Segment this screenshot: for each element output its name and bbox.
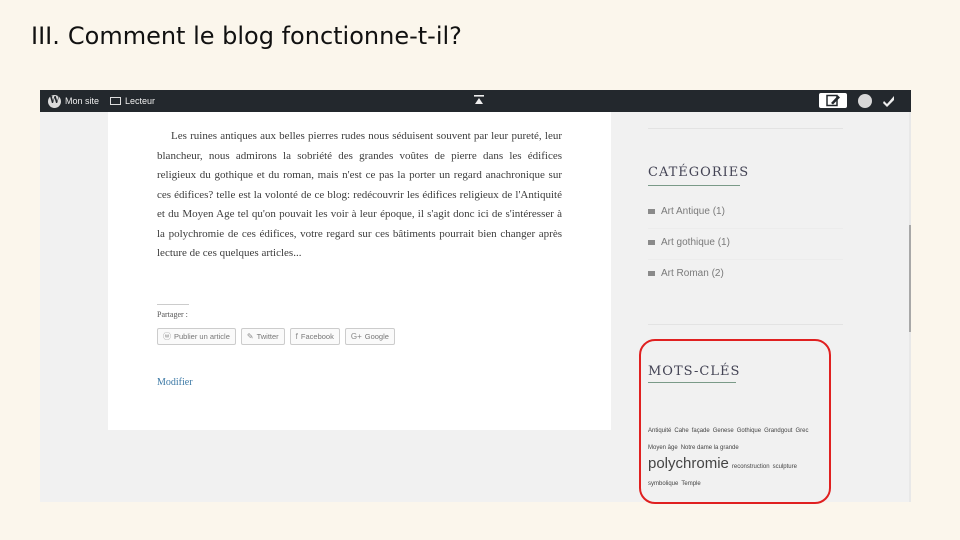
category-item-art-roman[interactable]: Art Roman (2)	[648, 268, 724, 279]
share-google-label: Google	[364, 332, 389, 341]
wordpress-icon: ⓦ	[163, 332, 171, 341]
post-body: Les ruines antiques aux belles pierres r…	[157, 130, 562, 259]
category-item-art-antique[interactable]: Art Antique (1)	[648, 206, 725, 217]
category-label: Art Antique (1)	[661, 206, 725, 217]
category-divider	[648, 259, 843, 260]
twitter-icon: ✎	[246, 332, 254, 341]
notifications-icon[interactable]	[882, 94, 896, 108]
category-item-art-gothique[interactable]: Art gothique (1)	[648, 237, 730, 248]
reader-icon	[110, 97, 121, 105]
folder-icon	[648, 271, 655, 276]
admin-bar: W Mon site Lecteur	[40, 90, 911, 112]
folder-icon	[648, 240, 655, 245]
share-facebook-button[interactable]: f Facebook	[289, 328, 340, 345]
google-plus-icon: G+	[350, 332, 362, 341]
categories-title: CATÉGORIES	[648, 165, 750, 180]
scrollbar-thumb[interactable]	[909, 225, 911, 332]
share-label: Partager :	[157, 310, 188, 319]
reader-label: Lecteur	[125, 96, 156, 106]
sidebar-divider	[648, 324, 843, 325]
user-avatar-icon[interactable]	[858, 94, 872, 108]
sidebar-divider	[648, 128, 843, 129]
categories-title-underline	[648, 185, 740, 186]
share-google-button[interactable]: G+ Google	[344, 328, 395, 345]
share-buttons: ⓦ Publier un article ✎ Twitter f Faceboo…	[157, 328, 395, 345]
my-site-link[interactable]: W Mon site	[48, 90, 99, 112]
folder-icon	[648, 209, 655, 214]
edit-link[interactable]: Modifier	[157, 377, 193, 388]
scroll-down-icon[interactable]: ▼	[910, 491, 911, 499]
slide-title: III. Comment le blog fonctionne-t-il?	[31, 22, 462, 50]
share-facebook-label: Facebook	[300, 332, 334, 341]
collapse-arrow-icon[interactable]	[474, 95, 484, 105]
scroll-up-icon[interactable]: ▲	[910, 93, 911, 101]
slide-title-number: III.	[31, 22, 60, 50]
share-divider	[157, 304, 189, 305]
wordpress-icon: W	[48, 94, 61, 108]
write-post-icon[interactable]	[819, 93, 847, 108]
share-twitter-button[interactable]: ✎ Twitter	[240, 328, 285, 345]
share-wordpress-button[interactable]: ⓦ Publier un article	[157, 328, 236, 345]
slide-title-text: Comment le blog fonctionne-t-il?	[67, 22, 462, 50]
reader-link[interactable]: Lecteur	[110, 90, 155, 112]
category-label: Art gothique (1)	[661, 237, 730, 248]
post-content: Les ruines antiques aux belles pierres r…	[108, 112, 611, 430]
share-wordpress-label: Publier un article	[174, 332, 230, 341]
category-label: Art Roman (2)	[661, 268, 724, 279]
share-twitter-label: Twitter	[256, 332, 279, 341]
facebook-icon: f	[295, 332, 298, 341]
my-site-label: Mon site	[65, 96, 100, 106]
tags-highlight-outline	[639, 339, 831, 504]
category-divider	[648, 228, 843, 229]
